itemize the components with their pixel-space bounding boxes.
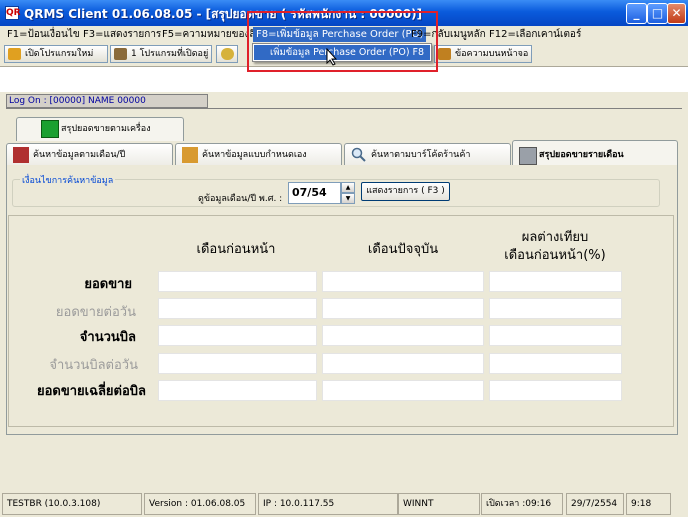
cell-spd-diff bbox=[489, 298, 622, 319]
status-open-time: เปิดเวลา :09:16 bbox=[481, 493, 563, 515]
report-icon bbox=[41, 120, 59, 138]
status-ip: IP : 10.0.117.55 bbox=[258, 493, 398, 515]
spin-down-button[interactable]: ▼ bbox=[341, 193, 355, 204]
people-icon bbox=[182, 147, 198, 163]
row-bills-per-day: จำนวนบิลต่อวัน bbox=[49, 358, 138, 373]
tab-search-barcode[interactable]: ค้นหาตามบาร์โค้ดร้านค้า bbox=[344, 143, 511, 167]
arrow-icon bbox=[221, 48, 234, 60]
summary-icon bbox=[519, 147, 537, 165]
cell-bpd-cur bbox=[322, 353, 484, 374]
message-icon bbox=[438, 48, 451, 60]
logon-info: Log On : [00000] NAME 00000 bbox=[6, 94, 208, 108]
open-new-program-button[interactable]: เปิดโปรแกรมใหม่ bbox=[4, 45, 108, 63]
period-input[interactable]: 07/54 bbox=[288, 182, 341, 204]
maximize-button[interactable]: □ bbox=[647, 3, 668, 24]
app-icon[interactable]: QR bbox=[5, 6, 21, 20]
spin-up-button[interactable]: ▲ bbox=[341, 182, 355, 193]
tab-search-custom[interactable]: ค้นหาข้อมูลแบบกำหนดเอง bbox=[175, 143, 342, 167]
search-group-title: เงื่อนไขการค้นหาข้อมูล bbox=[20, 173, 116, 187]
minimize-button[interactable]: _ bbox=[626, 3, 647, 24]
status-date: 29/7/2554 bbox=[566, 493, 624, 515]
cell-bills-cur bbox=[322, 325, 484, 346]
tab-monthly-summary[interactable]: สรุปยอดขายรายเดือน bbox=[512, 140, 678, 167]
status-os: WINNT bbox=[398, 493, 480, 515]
cell-avg-cur bbox=[322, 380, 484, 401]
cell-sales-cur bbox=[322, 271, 484, 292]
col-current-month: เดือนปัจจุบัน bbox=[367, 242, 439, 257]
open-program-icon bbox=[8, 48, 21, 60]
highlight-box bbox=[247, 11, 438, 72]
cell-bpd-diff bbox=[489, 353, 622, 374]
tab-monthly-summary-label: สรุปยอดขายรายเดือน bbox=[539, 150, 624, 160]
period-label: ดูข้อมูลเดือน/ปี พ.ศ. : bbox=[198, 194, 283, 204]
tab-search-custom-label: ค้นหาข้อมูลแบบกำหนดเอง bbox=[202, 150, 307, 160]
status-host: TESTBR (10.0.3.108) bbox=[2, 493, 142, 515]
cell-bills-prev bbox=[158, 325, 317, 346]
row-sales: ยอดขาย bbox=[84, 277, 132, 292]
menu-f5[interactable]: F5=ความหมายของสี bbox=[159, 27, 259, 42]
cell-spd-cur bbox=[322, 298, 484, 319]
tab-search-month-year[interactable]: ค้นหาข้อมูลตามเดือน/ปี bbox=[6, 143, 173, 167]
col-prev-month: เดือนก่อนหน้า bbox=[196, 242, 276, 257]
calendar-icon bbox=[13, 147, 29, 163]
cell-sales-diff bbox=[489, 271, 622, 292]
open-new-label: เปิดโปรแกรมใหม่ bbox=[25, 49, 94, 59]
cell-spd-prev bbox=[158, 298, 317, 319]
tab-search-month-year-label: ค้นหาข้อมูลตามเดือน/ปี bbox=[33, 150, 126, 160]
screen-message-label: ข้อความบนหน้าจอ bbox=[455, 49, 529, 59]
menu-f12[interactable]: F12=เลือกเคาน์เตอร์ bbox=[486, 27, 584, 42]
tab-sales-by-machine[interactable]: สรุปยอดขายตามเครื่อง bbox=[16, 117, 184, 141]
row-avg-sales-per-bill: ยอดขายเฉลี่ยต่อบิล bbox=[36, 384, 146, 399]
col-diff-line2: เดือนก่อนหน้า(%) bbox=[504, 248, 606, 263]
open-programs-label: 1 โปรแกรมที่เปิดอยู่ bbox=[131, 49, 209, 59]
close-button[interactable]: ✕ bbox=[667, 3, 686, 24]
cell-avg-prev bbox=[158, 380, 317, 401]
menu-f1[interactable]: F1=ป้อนเงื่อนไข bbox=[4, 27, 83, 42]
cell-bills-diff bbox=[489, 325, 622, 346]
row-bill-count: จำนวนบิล bbox=[79, 330, 136, 345]
cell-bpd-prev bbox=[158, 353, 317, 374]
tab-search-barcode-label: ค้นหาตามบาร์โค้ดร้านค้า bbox=[371, 150, 471, 160]
menu-f3[interactable]: F3=แสดงรายการ bbox=[80, 27, 164, 42]
open-programs-button[interactable]: 1 โปรแกรมที่เปิดอยู่ bbox=[110, 45, 212, 63]
programs-icon bbox=[114, 48, 127, 60]
cell-avg-diff bbox=[489, 380, 622, 401]
search-icon bbox=[351, 147, 367, 163]
tab-sales-by-machine-label: สรุปยอดขายตามเครื่อง bbox=[61, 124, 151, 134]
screen-message-button[interactable]: ข้อความบนหน้าจอ bbox=[434, 45, 532, 63]
arrow-button[interactable] bbox=[216, 45, 238, 63]
status-version: Version : 01.06.08.05 bbox=[144, 493, 256, 515]
row-sales-per-day: ยอดขายต่อวัน bbox=[55, 305, 136, 320]
cursor-icon bbox=[326, 48, 338, 66]
status-time: 9:18 bbox=[626, 493, 671, 515]
show-list-button[interactable]: แสดงรายการ ( F3 ) bbox=[361, 182, 450, 201]
cell-sales-prev bbox=[158, 271, 317, 292]
